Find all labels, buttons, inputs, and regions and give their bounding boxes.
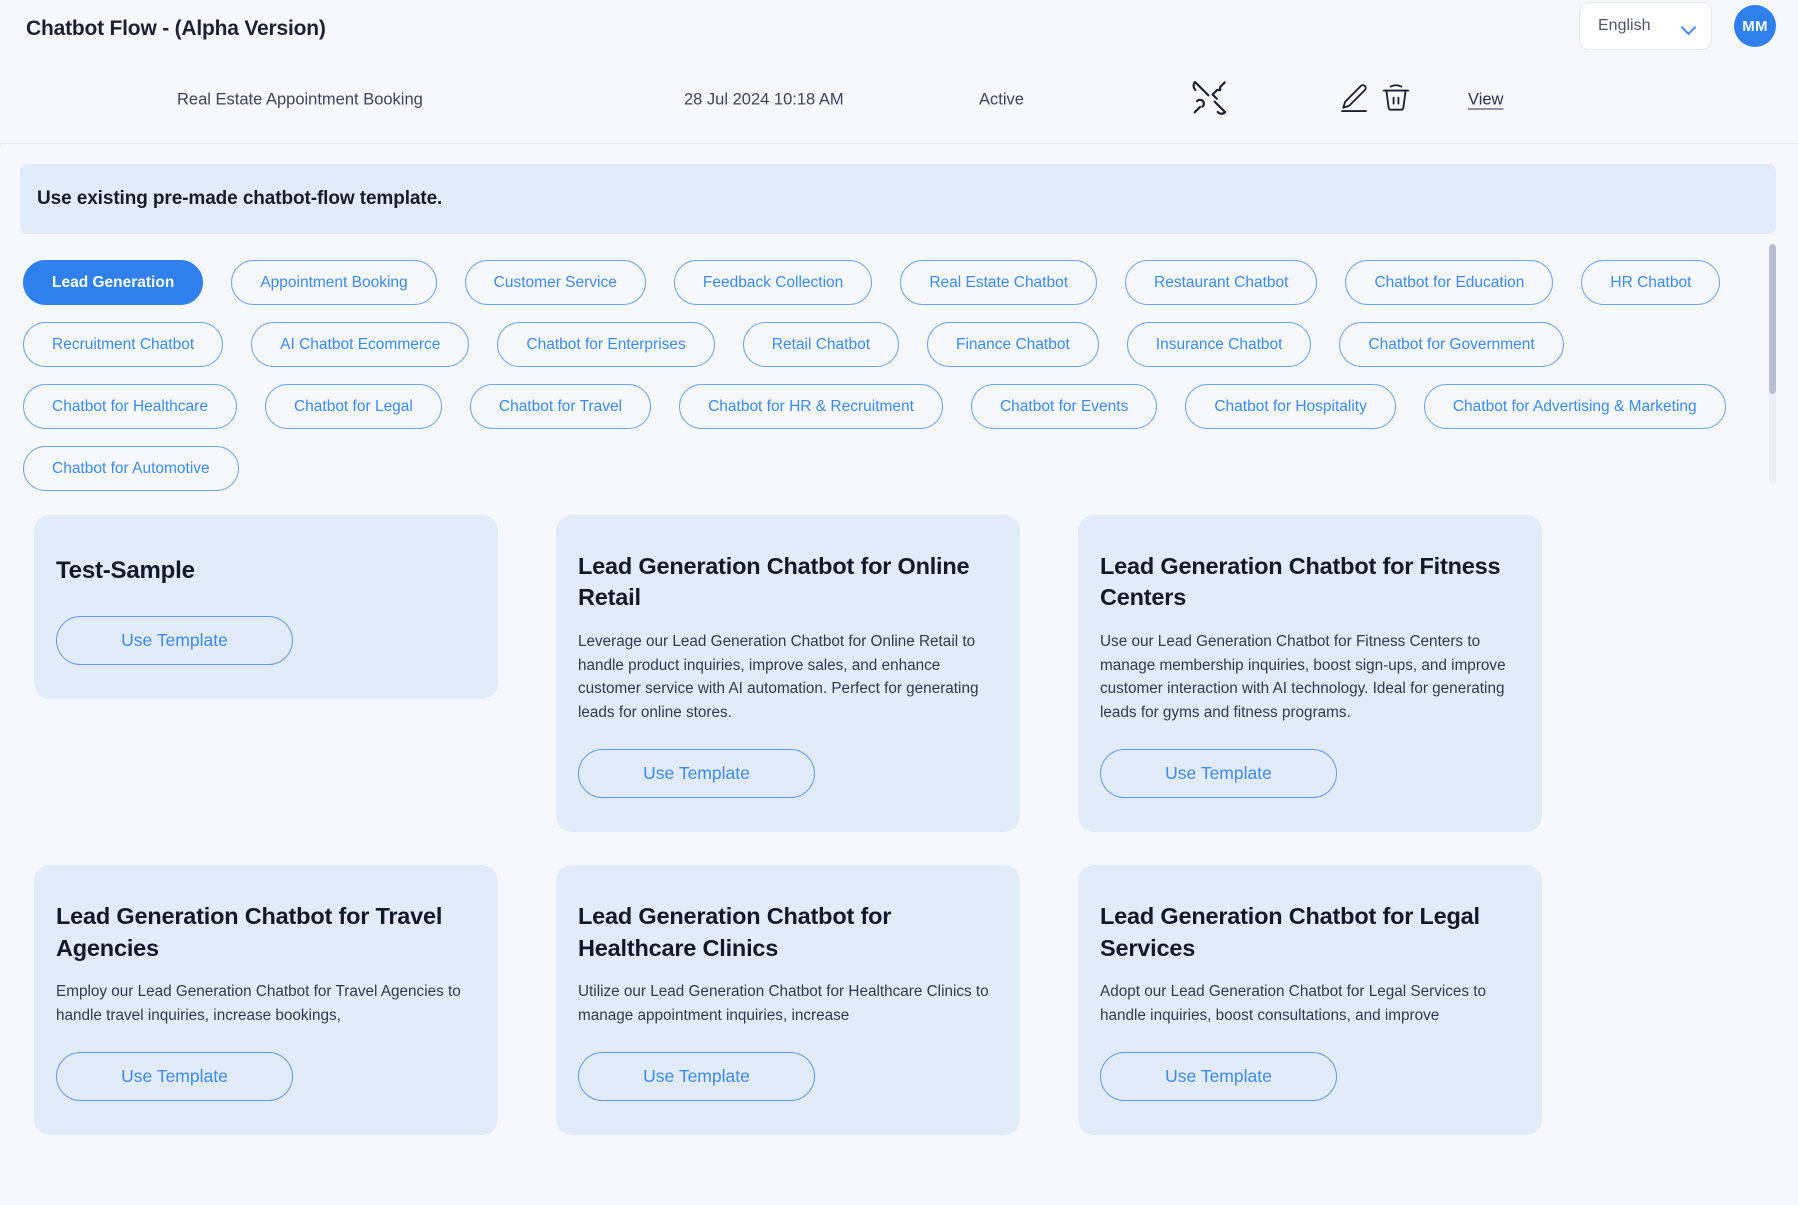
category-chip[interactable]: Lead Generation <box>23 260 204 305</box>
template-card-title: Lead Generation Chatbot for Fitness Cent… <box>1100 553 1501 611</box>
chevron-down-icon <box>1682 22 1695 30</box>
category-chip[interactable]: Chatbot for Automotive <box>23 446 239 491</box>
flow-name: Real Estate Appointment Booking <box>177 90 423 109</box>
use-template-button[interactable]: Use Template <box>56 616 293 666</box>
category-chip[interactable]: Real Estate Chatbot <box>900 260 1098 305</box>
template-card: Lead Generation Chatbot for Legal Servic… <box>1078 865 1542 1136</box>
category-chip[interactable]: AI Chatbot Ecommerce <box>251 322 470 367</box>
category-chip[interactable]: Customer Service <box>464 260 646 305</box>
category-chip-list: Lead Generation Appointment Booking Custom… <box>0 260 1780 491</box>
category-chip[interactable]: Chatbot for Healthcare <box>23 384 237 429</box>
flow-datetime: 28 Jul 2024 10:18 AM <box>684 90 844 109</box>
category-chip[interactable]: Finance Chatbot <box>927 322 1099 367</box>
category-chip[interactable]: Retail Chatbot <box>742 322 900 367</box>
template-card-title: Lead Generation Chatbot for Online Retai… <box>578 553 970 611</box>
template-card-title: Test-Sample <box>56 557 195 584</box>
header-actions: English MM <box>1579 2 1776 50</box>
language-select-label: English <box>1598 17 1651 34</box>
template-card-title: Lead Generation Chatbot for Legal Servic… <box>1100 903 1480 961</box>
template-card-title: Lead Generation Chatbot for Healthcare C… <box>578 903 892 961</box>
page-title: Chatbot Flow - (Alpha Version) <box>26 16 326 40</box>
template-card-grid: Test-Sample Use Template Lead Generation C… <box>0 499 1798 1136</box>
template-card-description: Leverage our Lead Generation Chatbot for… <box>578 632 979 721</box>
app-header: Chatbot Flow - (Alpha Version) English M… <box>0 0 1798 57</box>
category-chip[interactable]: Chatbot for Government <box>1339 322 1564 367</box>
use-template-button[interactable]: Use Template <box>56 1052 293 1102</box>
template-card-description: Use our Lead Generation Chatbot for Fitn… <box>1100 632 1506 721</box>
category-chip[interactable]: Chatbot for Travel <box>469 384 652 429</box>
category-chip[interactable]: Restaurant Chatbot <box>1125 260 1318 305</box>
template-card-title: Lead Generation Chatbot for Travel Agenc… <box>56 903 443 961</box>
category-chip[interactable]: Chatbot for Events <box>970 384 1158 429</box>
use-template-button[interactable]: Use Template <box>578 1052 815 1102</box>
category-chip[interactable]: Recruitment Chatbot <box>23 322 224 367</box>
category-scrollbar-thumb[interactable] <box>1769 244 1776 394</box>
template-banner: Use existing pre-made chatbot-flow templ… <box>20 164 1776 234</box>
pen-icon[interactable] <box>1337 81 1371 120</box>
use-template-button[interactable]: Use Template <box>1100 1052 1337 1102</box>
category-chip[interactable]: Chatbot for HR & Recruitment <box>679 384 943 429</box>
category-chip[interactable]: HR Chatbot <box>1581 260 1721 305</box>
category-filter-section: Lead Generation Appointment Booking Custom… <box>0 234 1780 499</box>
template-card-description: Utilize our Lead Generation Chatbot for … <box>578 983 989 1024</box>
tools-icon[interactable] <box>1189 77 1231 124</box>
category-chip[interactable]: Chatbot for Advertising & Marketing <box>1423 384 1726 429</box>
category-chip[interactable]: Feedback Collection <box>673 260 873 305</box>
category-chip[interactable]: Appointment Booking <box>231 260 437 305</box>
template-card: Lead Generation Chatbot for Online Retai… <box>556 515 1020 833</box>
avatar[interactable]: MM <box>1734 5 1776 47</box>
category-chip[interactable]: Chatbot for Education <box>1345 260 1554 305</box>
category-chip[interactable]: Chatbot for Enterprises <box>497 322 715 367</box>
trash-icon[interactable] <box>1379 81 1413 120</box>
template-card: Lead Generation Chatbot for Travel Agenc… <box>34 865 498 1136</box>
template-banner-text: Use existing pre-made chatbot-flow templ… <box>37 188 443 209</box>
template-card: Lead Generation Chatbot for Fitness Cent… <box>1078 515 1542 833</box>
category-scrollbar[interactable] <box>1769 244 1776 484</box>
language-select[interactable]: English <box>1579 2 1712 50</box>
status-badge: Active <box>979 90 1024 109</box>
use-template-button[interactable]: Use Template <box>1100 749 1337 799</box>
flow-summary-bar: Real Estate Appointment Booking 28 Jul 2… <box>0 57 1798 144</box>
template-card: Test-Sample Use Template <box>34 515 498 700</box>
category-chip[interactable]: Chatbot for Hospitality <box>1185 384 1396 429</box>
category-chip[interactable]: Chatbot for Legal <box>264 384 442 429</box>
template-card-description: Employ our Lead Generation Chatbot for T… <box>56 983 461 1024</box>
template-card-description: Adopt our Lead Generation Chatbot for Le… <box>1100 983 1487 1024</box>
template-card: Lead Generation Chatbot for Healthcare C… <box>556 865 1020 1136</box>
category-chip[interactable]: Insurance Chatbot <box>1126 322 1312 367</box>
view-link[interactable]: View <box>1468 91 1503 110</box>
use-template-button[interactable]: Use Template <box>578 749 815 799</box>
